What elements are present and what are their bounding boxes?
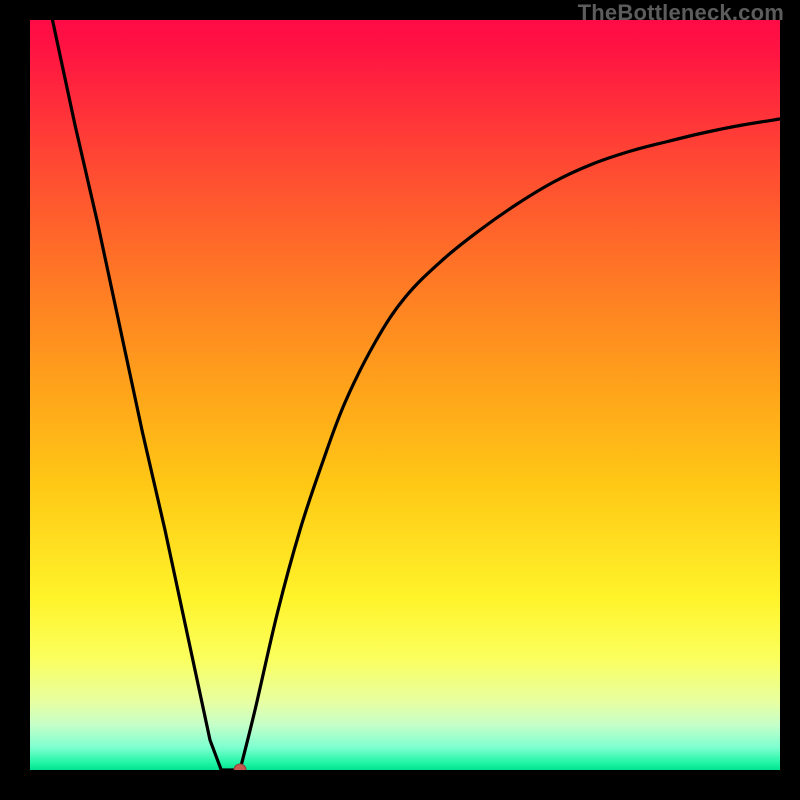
curve-left-branch: [53, 20, 222, 770]
minimum-marker: [234, 764, 246, 770]
curve-svg: [30, 20, 780, 770]
plot-area: [30, 20, 780, 770]
chart-frame: TheBottleneck.com: [0, 0, 800, 800]
watermark-text: TheBottleneck.com: [578, 0, 784, 26]
curve-right-branch: [240, 119, 780, 770]
